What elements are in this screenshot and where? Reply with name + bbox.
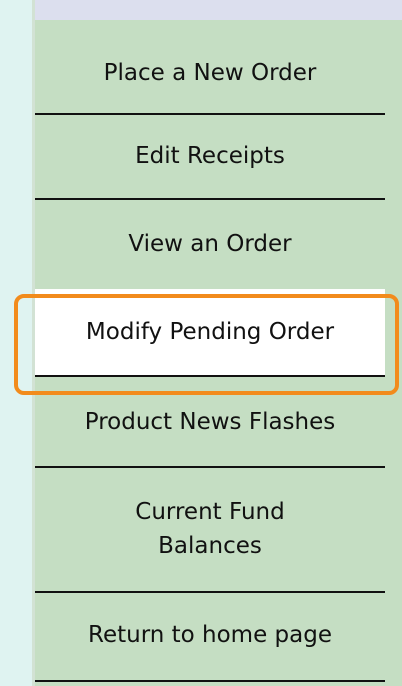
menu-item-label: Modify Pending Order — [85, 319, 335, 345]
menu-item-return-home[interactable]: Return to home page — [35, 596, 385, 674]
menu-divider — [35, 113, 385, 115]
menu-top-strip — [35, 0, 402, 20]
menu-item-label: Return to home page — [88, 622, 332, 648]
menu-item-label: Place a New Order — [103, 60, 317, 86]
menu-item-label: View an Order — [128, 231, 292, 257]
menu-divider — [35, 466, 385, 468]
menu-item-modify-pending-order[interactable]: Modify Pending Order — [35, 289, 385, 375]
menu-divider — [35, 591, 385, 593]
menu-item-edit-receipts[interactable]: Edit Receipts — [35, 116, 385, 196]
menu-item-place-new-order[interactable]: Place a New Order — [35, 34, 385, 112]
menu-item-view-order[interactable]: View an Order — [35, 201, 385, 287]
page: Place a New Order Edit Receipts View an … — [0, 0, 402, 686]
menu-item-current-fund-balances[interactable]: Current Fund Balances — [35, 471, 385, 587]
menu-divider — [35, 198, 385, 200]
menu-item-label: Product News Flashes — [84, 409, 336, 435]
menu-divider — [35, 375, 385, 377]
menu-divider — [35, 680, 385, 682]
menu-item-label: Current Fund Balances — [135, 499, 285, 559]
menu-item-product-news-flashes[interactable]: Product News Flashes — [35, 379, 385, 465]
menu-item-label: Edit Receipts — [135, 143, 285, 169]
